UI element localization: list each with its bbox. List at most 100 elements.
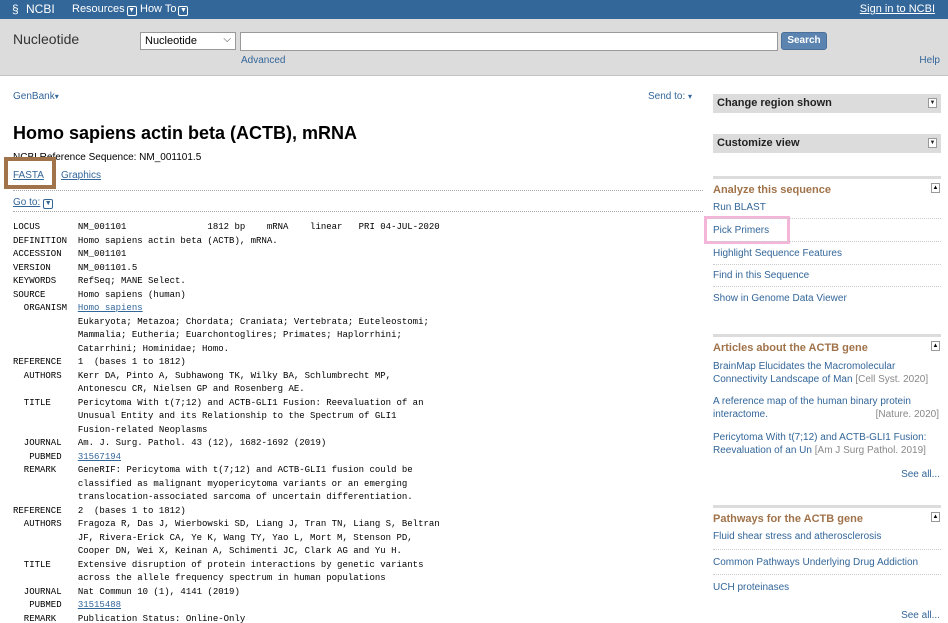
database-name: Nucleotide bbox=[13, 31, 80, 47]
record-field-value: RefSeq; MANE Select. bbox=[77, 276, 186, 286]
record-field-key: KEYWORDS bbox=[13, 276, 78, 286]
send-to-menu[interactable]: Send to: ▾ bbox=[648, 91, 692, 102]
record-field-value: NM_001101.5 bbox=[77, 262, 138, 273]
fasta-link[interactable]: FASTA bbox=[13, 170, 44, 181]
search-button[interactable]: Search bbox=[781, 32, 827, 50]
record-field-key: ORGANISM bbox=[13, 303, 78, 313]
record-field-value: Mammalia; Eutheria; Euarchontoglires; Pr… bbox=[77, 330, 402, 340]
record-line: TITLE Extensive disruption of protein in… bbox=[13, 559, 440, 573]
record-field-key bbox=[13, 317, 78, 327]
divider bbox=[713, 549, 941, 550]
record-link[interactable]: Homo sapiens bbox=[78, 303, 143, 313]
record-field-key bbox=[13, 425, 78, 435]
howto-menu[interactable]: How To ▼ bbox=[140, 3, 189, 16]
triangle-toggle-icon[interactable]: ▲ bbox=[931, 341, 940, 351]
article-item[interactable]: BrainMap Elucidates the Macromolecular C… bbox=[713, 360, 941, 386]
sign-in-link[interactable]: Sign in to NCBI bbox=[860, 3, 935, 15]
record-field-key bbox=[13, 479, 78, 489]
articles-see-all-link[interactable]: See all... bbox=[901, 469, 940, 480]
record-field-key: REFERENCE bbox=[13, 505, 78, 516]
go-to-menu[interactable]: Go to: ▼ bbox=[13, 197, 54, 209]
triangle-toggle-icon: ▼ bbox=[928, 98, 937, 108]
record-field-value: 2 (bases 1 to 1812) bbox=[77, 505, 186, 516]
record-line: Fusion-related Neoplasms bbox=[13, 424, 440, 438]
record-link[interactable]: 31515488 bbox=[78, 600, 121, 610]
record-field-key bbox=[13, 546, 78, 556]
divider bbox=[713, 264, 941, 265]
record-field-key: TITLE bbox=[13, 559, 78, 570]
record-line: REFERENCE 1 (bases 1 to 1812) bbox=[13, 356, 440, 370]
record-field-key bbox=[13, 330, 78, 340]
record-field-key: TITLE bbox=[13, 397, 78, 408]
record-line: translocation-associated sarcoma of unce… bbox=[13, 491, 440, 505]
record-line: Eukaryota; Metazoa; Chordata; Craniata; … bbox=[13, 316, 440, 330]
caret-down-icon: ▾ bbox=[54, 92, 59, 101]
pathways-see-all-link[interactable]: See all... bbox=[901, 610, 940, 621]
record-field-value: NM_001101 1812 bp mRNA linear PRI 04-JUL… bbox=[77, 222, 440, 232]
record-field-key: VERSION bbox=[13, 262, 78, 273]
triangle-toggle-icon[interactable]: ▲ bbox=[931, 512, 940, 522]
find-in-sequence-link[interactable]: Find in this Sequence bbox=[713, 270, 809, 281]
pick-primers-link[interactable]: Pick Primers bbox=[713, 225, 769, 236]
record-line: SOURCE Homo sapiens (human) bbox=[13, 289, 440, 303]
pathway-link[interactable]: Fluid shear stress and atherosclerosis bbox=[713, 531, 881, 542]
highlight-features-link[interactable]: Highlight Sequence Features bbox=[713, 248, 842, 259]
customize-view-title: Customize view bbox=[717, 137, 800, 149]
record-field-value: Nat Commun 10 (1), 4141 (2019) bbox=[77, 586, 240, 597]
divider bbox=[713, 218, 941, 219]
resources-menu[interactable]: Resources ▼ bbox=[72, 3, 137, 16]
advanced-search-link[interactable]: Advanced bbox=[241, 55, 285, 66]
record-field-value: Unusual Entity and its Relationship to t… bbox=[77, 411, 397, 421]
pathway-link[interactable]: Common Pathways Underlying Drug Addictio… bbox=[713, 557, 918, 568]
article-item[interactable]: Pericytoma With t(7;12) and ACTB-GLI1 Fu… bbox=[713, 431, 941, 457]
record-field-value: GeneRIF: Pericytoma with t(7;12) and ACT… bbox=[77, 465, 413, 475]
run-blast-link[interactable]: Run BLAST bbox=[713, 202, 766, 213]
record-field-value: Fusion-related Neoplasms bbox=[77, 424, 208, 435]
graphics-link[interactable]: Graphics bbox=[61, 170, 101, 181]
record-field-key: DEFINITION bbox=[13, 235, 78, 246]
database-select[interactable]: Nucleotide ⌵ bbox=[140, 32, 236, 50]
record-field-value: Kerr DA, Pinto A, Subhawong TK, Wilky BA… bbox=[77, 370, 392, 381]
record-line: LOCUS NM_001101 1812 bp mRNA linear PRI … bbox=[13, 221, 440, 235]
article-citation: [Am J Surg Pathol. 2019] bbox=[814, 445, 926, 456]
record-field-value: across the allele frequency spectrum in … bbox=[77, 573, 386, 583]
chevron-down-icon: ⌵ bbox=[223, 34, 231, 45]
chevron-down-icon: ▼ bbox=[43, 199, 54, 209]
go-to-label: Go to: bbox=[13, 197, 41, 208]
triangle-toggle-icon[interactable]: ▲ bbox=[931, 183, 940, 193]
record-field-value: 1 (bases 1 to 1812) bbox=[77, 357, 186, 367]
pathway-link[interactable]: UCH proteinases bbox=[713, 582, 789, 593]
record-field-key: PUBMED bbox=[13, 451, 78, 462]
help-link[interactable]: Help bbox=[919, 55, 940, 66]
triangle-toggle-icon: ▼ bbox=[928, 138, 937, 148]
article-item[interactable]: A reference map of the human binary prot… bbox=[713, 395, 941, 421]
record-field-key bbox=[13, 492, 78, 502]
record-field-value: Publication Status: Online-Only bbox=[77, 613, 246, 623]
howto-label: How To bbox=[140, 3, 177, 15]
record-line: Mammalia; Eutheria; Euarchontoglires; Pr… bbox=[13, 329, 440, 343]
record-field-key bbox=[13, 384, 78, 394]
divider bbox=[13, 211, 703, 212]
customize-view-panel[interactable]: Customize view ▼ bbox=[713, 134, 941, 153]
record-line: REFERENCE 2 (bases 1 to 1812) bbox=[13, 505, 440, 519]
ncbi-logo[interactable]: § NCBI bbox=[12, 2, 55, 16]
record-field-key: LOCUS bbox=[13, 222, 78, 232]
record-link[interactable]: 31567194 bbox=[78, 452, 121, 462]
record-field-key bbox=[13, 411, 78, 421]
record-field-key: REFERENCE bbox=[13, 357, 78, 367]
record-field-key: REMARK bbox=[13, 613, 78, 623]
record-line: Antonescu CR, Nielsen GP and Rosenberg A… bbox=[13, 383, 440, 397]
genome-data-viewer-link[interactable]: Show in Genome Data Viewer bbox=[713, 293, 847, 304]
record-line: classified as malignant myopericytoma va… bbox=[13, 478, 440, 492]
record-line: AUTHORS Kerr DA, Pinto A, Subhawong TK, … bbox=[13, 370, 440, 384]
record-field-key bbox=[13, 344, 78, 354]
resources-label: Resources bbox=[72, 3, 125, 15]
search-input[interactable] bbox=[240, 32, 778, 51]
record-line: Unusual Entity and its Relationship to t… bbox=[13, 410, 440, 424]
format-menu[interactable]: GenBank▾ bbox=[13, 91, 59, 102]
change-region-panel[interactable]: Change region shown ▼ bbox=[713, 94, 941, 113]
caret-down-icon: ▾ bbox=[688, 92, 693, 101]
record-line: JOURNAL Nat Commun 10 (1), 4141 (2019) bbox=[13, 586, 440, 600]
divider bbox=[13, 190, 703, 191]
record-field-key: AUTHORS bbox=[13, 519, 78, 529]
